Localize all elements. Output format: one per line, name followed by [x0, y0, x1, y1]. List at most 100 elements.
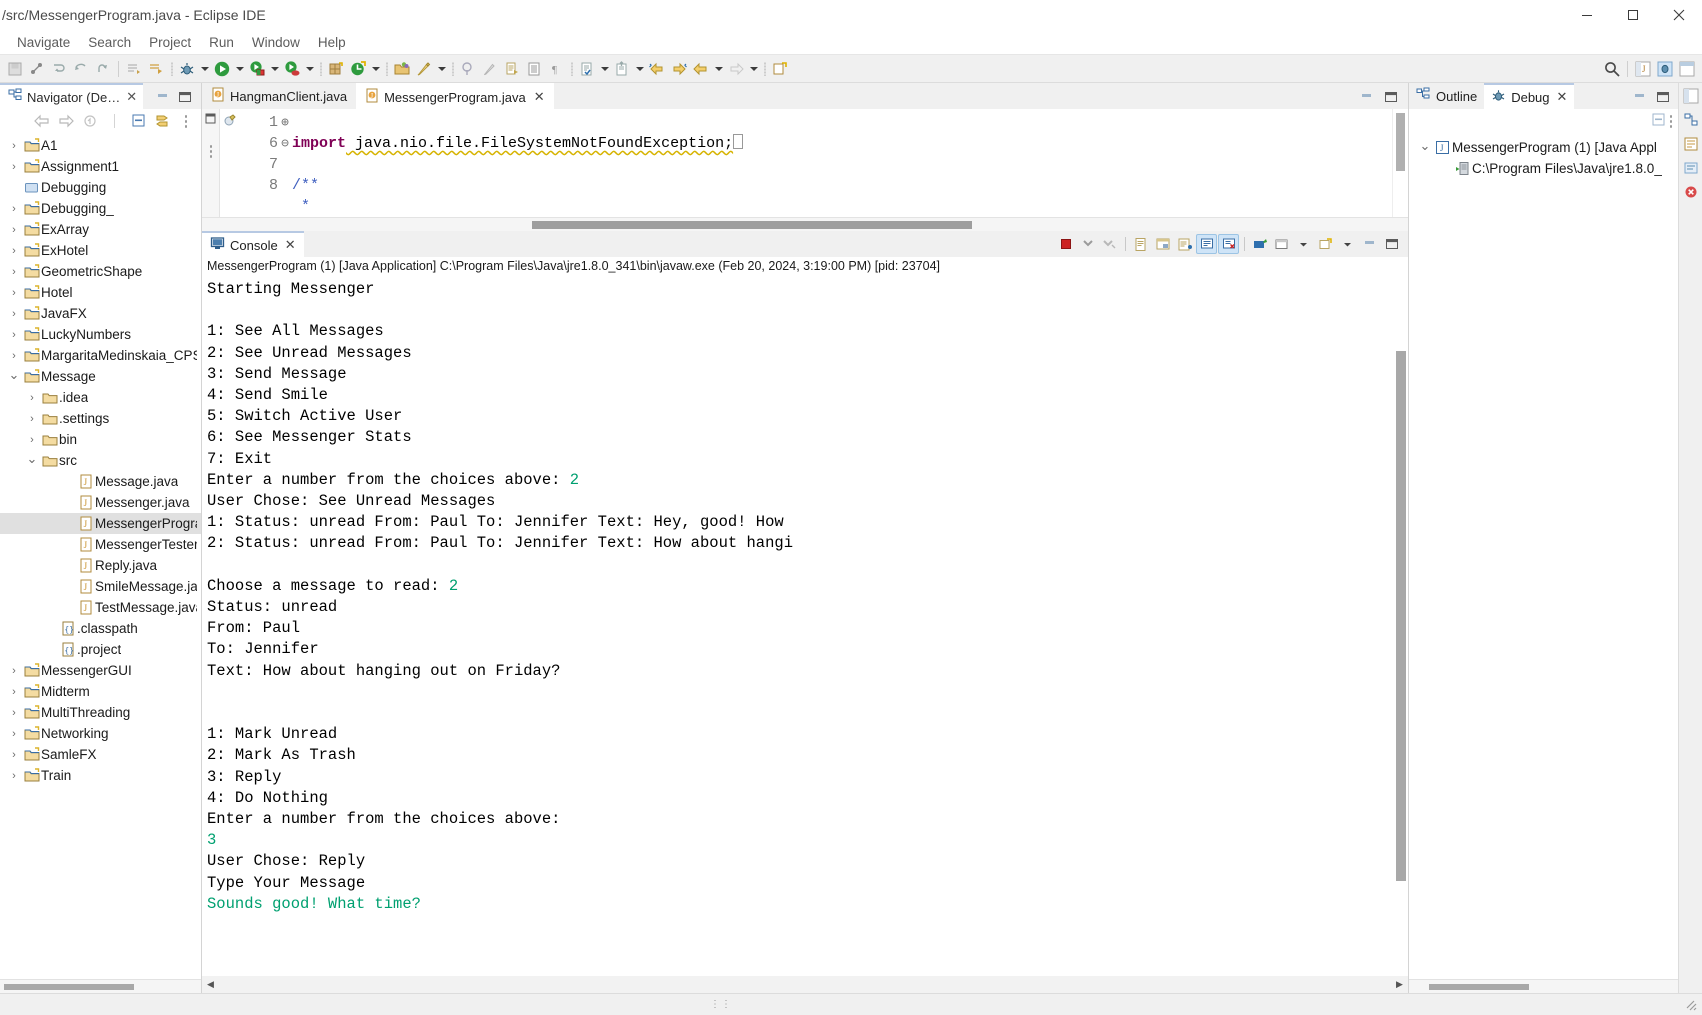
back-history-icon[interactable]	[690, 58, 712, 80]
step-into-icon[interactable]	[48, 58, 70, 80]
twisty-expanded-icon[interactable]: ⌄	[6, 364, 22, 385]
perspective-other-icon[interactable]	[1676, 58, 1698, 80]
tree-item-train[interactable]: › Train	[0, 765, 201, 786]
show-whitespace-icon[interactable]: ¶	[545, 58, 567, 80]
navigator-tab-close-icon[interactable]: ✕	[126, 89, 137, 105]
tree-item-smilemessage-java[interactable]: ›JSmileMessage.java	[0, 576, 201, 597]
coverage-dropdown-arrow[interactable]	[303, 58, 316, 80]
tree-item-messenger-java[interactable]: ›JMessenger.java	[0, 492, 201, 513]
menu-run[interactable]: Run	[200, 31, 243, 55]
last-edit-location-icon[interactable]	[576, 58, 598, 80]
open-type-icon[interactable]	[391, 58, 413, 80]
console-horizontal-scrollbar[interactable]: ◀ ▶	[202, 976, 1408, 993]
twisty-collapsed-icon[interactable]: ›	[6, 261, 22, 282]
tree-item-testmessage-java[interactable]: ›JTestMessage.java	[0, 597, 201, 618]
new-java-package-icon[interactable]	[325, 58, 347, 80]
navigator-maximize-icon[interactable]	[177, 89, 193, 105]
editor-overview-ruler[interactable]	[1392, 109, 1408, 217]
open-dropdown-arrow[interactable]	[435, 58, 448, 80]
console-tab-close-icon[interactable]: ✕	[285, 237, 296, 253]
minimize-button[interactable]	[1564, 0, 1610, 31]
twisty-collapsed-icon[interactable]: ›	[6, 744, 22, 765]
tree-item-hotel[interactable]: › Hotel	[0, 282, 201, 303]
navigator-forward-icon[interactable]	[55, 111, 77, 131]
terminate-icon[interactable]	[1055, 234, 1076, 254]
navigator-back-icon[interactable]	[31, 111, 53, 131]
debug-dropdown-arrow[interactable]	[198, 58, 211, 80]
tree-item-reply-java[interactable]: ›JReply.java	[0, 555, 201, 576]
menu-search[interactable]: Search	[79, 31, 140, 55]
tree-item-margaritamedinskaia-cps[interactable]: › MargaritaMedinskaia_CPS	[0, 345, 201, 366]
tree-item-samlefx[interactable]: › SamleFX	[0, 744, 201, 765]
twisty-collapsed-icon[interactable]: ›	[6, 282, 22, 303]
tree-item-messengerprogram[interactable]: ›JMessengerProgram.	[0, 513, 201, 534]
navigator-up-icon[interactable]	[79, 111, 101, 131]
navigator-minimize-icon[interactable]	[155, 89, 171, 105]
tree-item-idea[interactable]: › .idea	[0, 387, 201, 408]
navigator-scroll-thumb[interactable]	[4, 984, 134, 990]
perspective-switcher-icon[interactable]	[1682, 87, 1700, 105]
twisty-collapsed-icon[interactable]: ›	[6, 156, 22, 177]
perspective-debug-icon[interactable]	[1654, 58, 1676, 80]
clear-console-icon[interactable]	[1218, 234, 1239, 254]
editor-folding-ruler[interactable]: ⊕ ⊖	[278, 109, 292, 217]
previous-edit-icon[interactable]	[646, 58, 668, 80]
collapse-all-icon[interactable]	[127, 111, 149, 131]
toggle-block-selection-icon[interactable]	[523, 58, 545, 80]
open-console-menu-icon[interactable]	[1315, 234, 1336, 254]
debug-collapse-all-icon[interactable]	[1651, 112, 1666, 130]
tab-debug[interactable]: Debug ✕	[1484, 83, 1575, 109]
tree-item-multithreading[interactable]: › MultiThreading	[0, 702, 201, 723]
new-console-view-icon[interactable]	[1271, 234, 1292, 254]
tree-item-luckynumbers[interactable]: › LuckyNumbers	[0, 324, 201, 345]
twisty-collapsed-icon[interactable]: ›	[6, 219, 22, 240]
display-selected-console-icon[interactable]	[1174, 234, 1195, 254]
menu-window[interactable]: Window	[243, 31, 309, 55]
pencil-grey-icon[interactable]	[479, 58, 501, 80]
menu-help[interactable]: Help	[309, 31, 355, 55]
navigator-view-menu-icon[interactable]	[175, 111, 197, 131]
next-annotation-icon[interactable]	[123, 58, 145, 80]
resize-grip-icon[interactable]	[1682, 996, 1700, 1014]
new-window-icon[interactable]	[769, 58, 791, 80]
fold-toggle-icon[interactable]: ⊕	[278, 112, 292, 133]
run-coverage-icon[interactable]	[281, 58, 303, 80]
next-edit-icon[interactable]	[668, 58, 690, 80]
editor-horizontal-scrollbar[interactable]	[202, 217, 1408, 231]
tree-item-message[interactable]: ⌄ Message	[0, 366, 201, 387]
save-icon[interactable]	[4, 58, 26, 80]
console-scroll-right-icon[interactable]: ▶	[1391, 976, 1408, 993]
twisty-collapsed-icon[interactable]: ›	[6, 702, 22, 723]
navigator-horizontal-scrollbar[interactable]	[0, 979, 201, 993]
debug-icon[interactable]	[176, 58, 198, 80]
menu-project[interactable]: Project	[140, 31, 200, 55]
console-scroll-left-icon[interactable]: ◀	[202, 976, 219, 993]
editor-hscroll-thumb[interactable]	[532, 221, 972, 229]
tab-messenger-program[interactable]: J MessengerProgram.java ✕	[356, 83, 554, 109]
editor-minimize-icon[interactable]	[1359, 89, 1375, 105]
link-with-editor-icon[interactable]	[151, 111, 173, 131]
console-maximize-icon[interactable]	[1381, 234, 1402, 254]
forward-dropdown-arrow[interactable]	[747, 58, 760, 80]
remove-launch-icon[interactable]	[1077, 234, 1098, 254]
right-maximize-icon[interactable]	[1655, 89, 1671, 105]
perspective-java-icon[interactable]: J	[1632, 58, 1654, 80]
open-resource-icon[interactable]	[413, 58, 435, 80]
forward-history-icon[interactable]	[725, 58, 747, 80]
tree-item-messengergui[interactable]: › MessengerGUI	[0, 660, 201, 681]
new-java-project-icon[interactable]	[347, 58, 369, 80]
debug-tree[interactable]: ⌄ J MessengerProgram (1) [Java Appl ›C:\Pro…	[1409, 133, 1678, 979]
tree-item-networking[interactable]: › Networking	[0, 723, 201, 744]
twisty-expanded-icon[interactable]: ⌄	[1417, 135, 1433, 156]
twisty-collapsed-icon[interactable]: ›	[6, 765, 22, 786]
debug-tree-item[interactable]: ›C:\Program Files\Java\jre1.8.0_	[1409, 158, 1678, 179]
tree-item-a1[interactable]: › A1	[0, 135, 201, 156]
editor-text-area[interactable]: 1678 ⊕ ⊖ import java.nio.file.FileSystemN…	[202, 109, 1408, 217]
outline-fastview-icon[interactable]	[1682, 111, 1700, 129]
editor-maximize-icon[interactable]	[1383, 89, 1399, 105]
problems-fastview-icon[interactable]	[1682, 135, 1700, 153]
open-console-icon[interactable]	[1130, 234, 1151, 254]
tree-item-debugging[interactable]: ›Debugging	[0, 177, 201, 198]
pin-console-icon[interactable]	[1249, 234, 1270, 254]
tab-navigator[interactable]: Navigator (De… ✕	[0, 83, 144, 109]
